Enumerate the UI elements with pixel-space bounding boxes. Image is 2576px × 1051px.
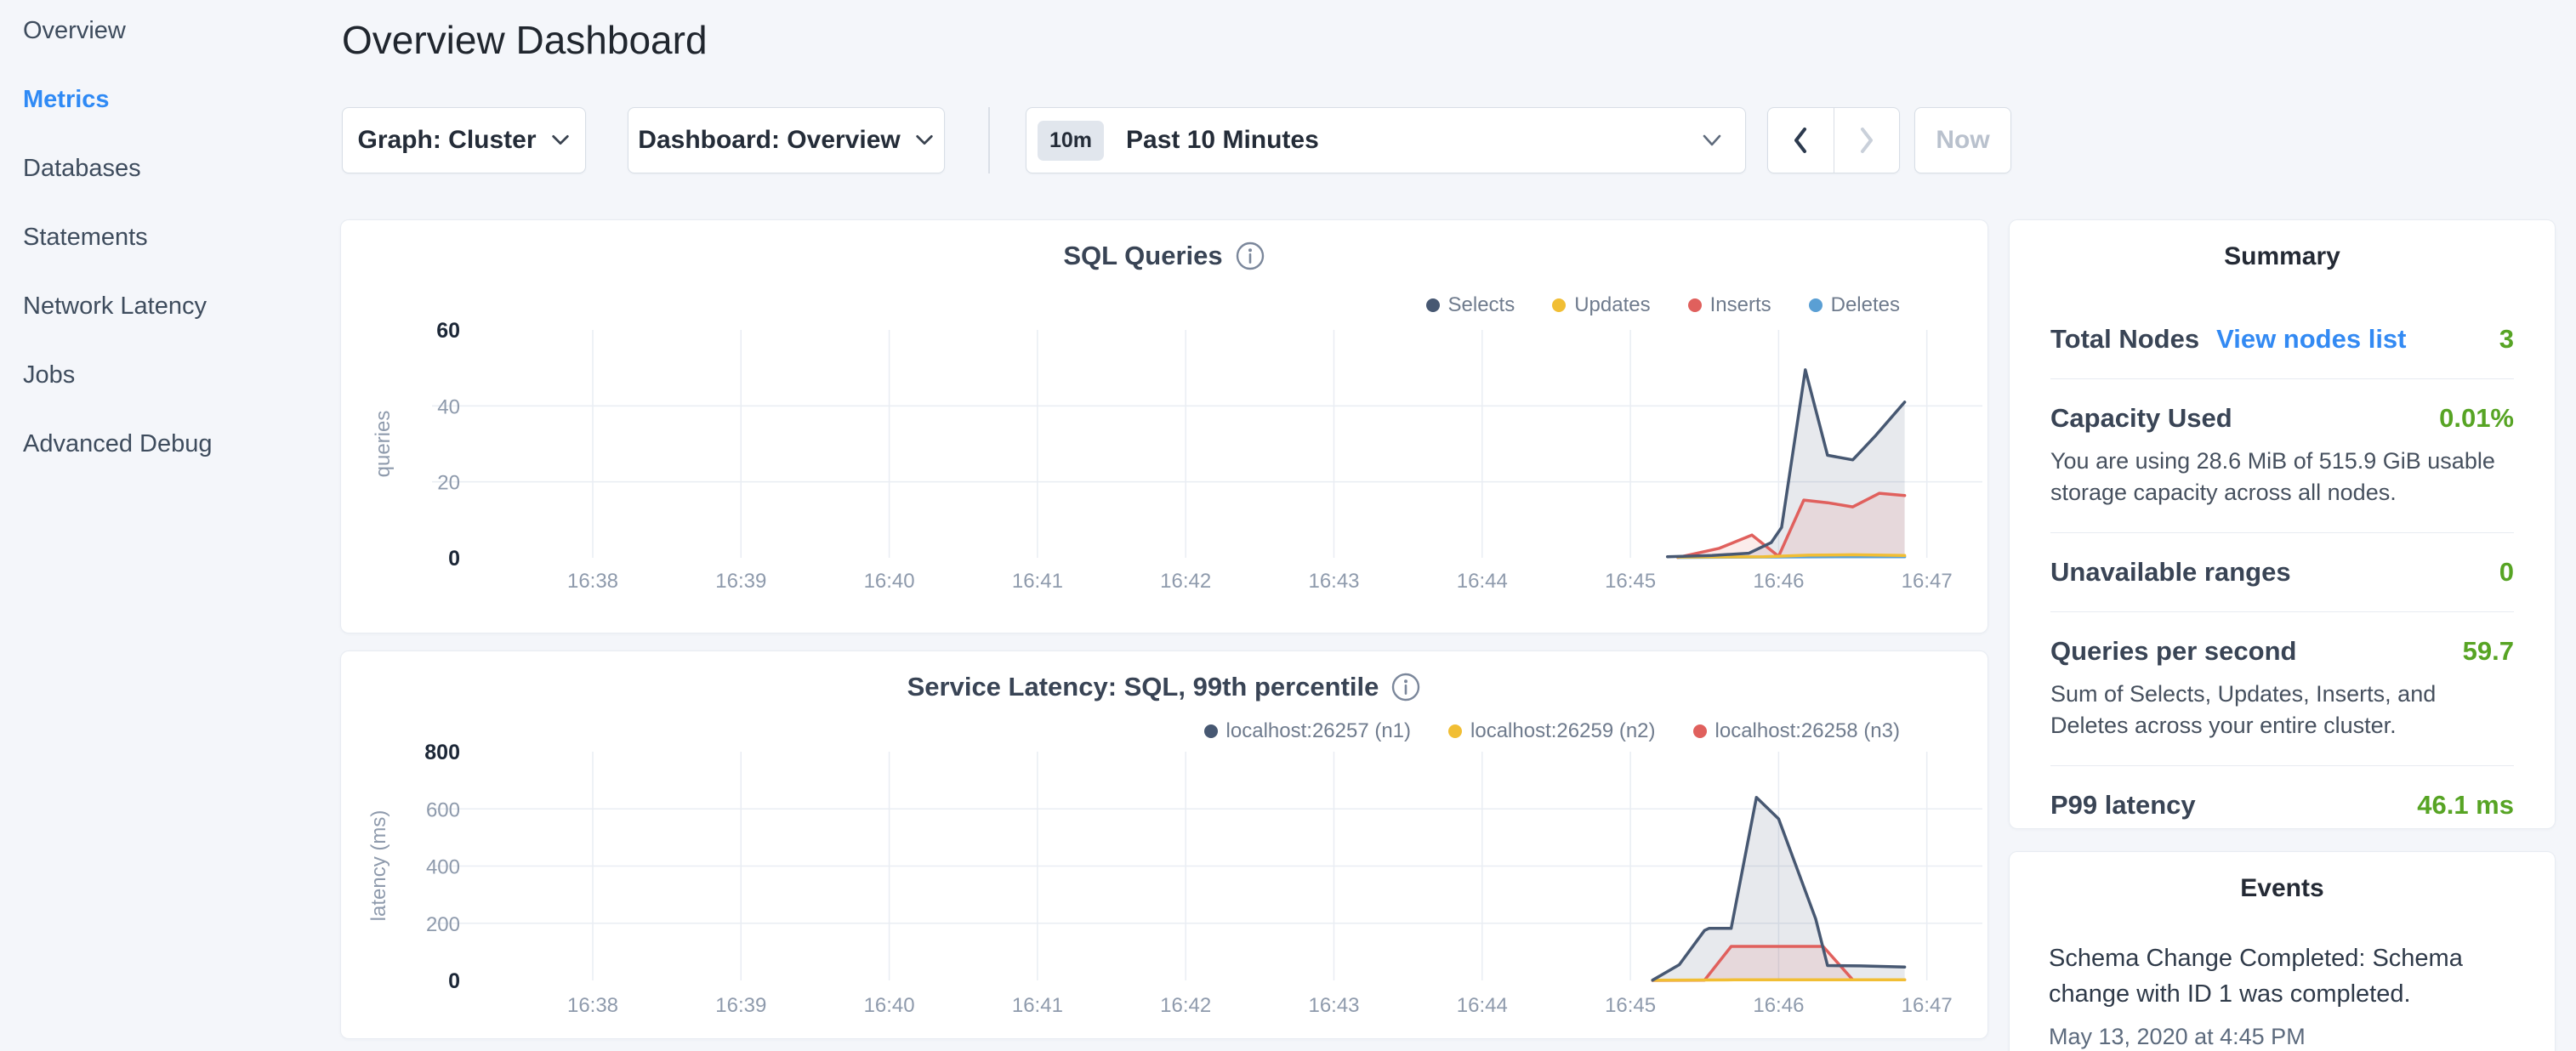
x-axis-tick-label: 16:40 bbox=[864, 570, 915, 593]
y-axis-tick-label: 40 bbox=[437, 395, 460, 418]
view-nodes-list-link[interactable]: View nodes list bbox=[2216, 324, 2406, 355]
x-axis-tick-label: 16:41 bbox=[1012, 994, 1063, 1017]
y-axis-tick-label: 800 bbox=[424, 741, 460, 764]
summary-item-queries-per-second: Queries per second 59.7 Sum of Selects, … bbox=[2050, 612, 2514, 766]
x-axis-tick-label: 16:42 bbox=[1160, 994, 1211, 1017]
summary-value: 3 bbox=[2499, 324, 2514, 355]
chevron-down-icon bbox=[550, 134, 571, 147]
x-axis-tick-label: 16:39 bbox=[715, 994, 766, 1017]
sql-queries-chart-card: SQL Queries SelectsUpdatesInsertsDeletes… bbox=[340, 219, 1988, 633]
y-axis-tick-label: 0 bbox=[448, 969, 460, 993]
chevron-down-icon bbox=[1701, 134, 1723, 148]
x-axis-tick-label: 16:41 bbox=[1012, 570, 1063, 593]
summary-description: Sum of Selects, Updates, Inserts, and De… bbox=[2050, 679, 2514, 741]
now-button[interactable]: Now bbox=[1914, 107, 2011, 173]
summary-value: 0.01% bbox=[2439, 403, 2514, 434]
sidebar-item-network-latency[interactable]: Network Latency bbox=[23, 272, 329, 341]
sidebar-item-databases[interactable]: Databases bbox=[23, 134, 329, 203]
x-axis-tick-label: 16:47 bbox=[1902, 994, 1953, 1017]
graph-selector-label: Graph: Cluster bbox=[357, 126, 536, 155]
time-range-dropdown[interactable]: 10m Past 10 Minutes bbox=[1026, 107, 1746, 173]
dashboard-selector-dropdown[interactable]: Dashboard: Overview bbox=[628, 107, 945, 173]
x-axis-tick-label: 16:43 bbox=[1308, 994, 1359, 1017]
x-axis-tick-label: 16:45 bbox=[1605, 994, 1656, 1017]
service-latency-chart-card: Service Latency: SQL, 99th percentile lo… bbox=[340, 650, 1988, 1039]
x-axis-tick-label: 16:47 bbox=[1902, 570, 1953, 593]
overview-dashboard-page: Overview Metrics Databases Statements Ne… bbox=[0, 0, 2576, 1051]
sidebar-item-overview[interactable]: Overview bbox=[23, 0, 329, 65]
summary-description: You are using 28.6 MiB of 515.9 GiB usab… bbox=[2050, 446, 2514, 508]
sidebar-item-metrics[interactable]: Metrics bbox=[23, 65, 329, 134]
summary-value: 0 bbox=[2499, 557, 2514, 588]
y-axis-tick-label: 20 bbox=[437, 472, 460, 495]
y-axis-unit-label: queries bbox=[372, 411, 395, 478]
x-axis-tick-label: 16:38 bbox=[567, 994, 618, 1017]
summary-value: 59.7 bbox=[2463, 636, 2514, 667]
summary-item-p99-latency: P99 latency 46.1 ms bbox=[2050, 766, 2514, 844]
x-axis-tick-label: 16:42 bbox=[1160, 570, 1211, 593]
y-axis-tick-label: 600 bbox=[426, 798, 460, 821]
sidebar-item-statements[interactable]: Statements bbox=[23, 203, 329, 272]
x-axis-tick-label: 16:40 bbox=[864, 994, 915, 1017]
page-title: Overview Dashboard bbox=[342, 17, 708, 63]
summary-label: Unavailable ranges bbox=[2050, 557, 2291, 588]
prev-time-window-button[interactable] bbox=[1768, 108, 1834, 173]
x-axis-tick-label: 16:44 bbox=[1457, 994, 1508, 1017]
service-latency-chart-plot[interactable]: 16:38 16:39 16:40 16:41 16:42 16:43 16:44 16:45… bbox=[341, 651, 1989, 1040]
summary-heading: Summary bbox=[2010, 242, 2555, 271]
sidebar-item-advanced-debug[interactable]: Advanced Debug bbox=[23, 410, 329, 479]
x-axis-tick-label: 16:46 bbox=[1753, 570, 1804, 593]
y-axis-tick-label: 200 bbox=[426, 913, 460, 936]
graph-selector-dropdown[interactable]: Graph: Cluster bbox=[342, 107, 586, 173]
next-time-window-button[interactable] bbox=[1834, 108, 1900, 173]
time-window-label: Past 10 Minutes bbox=[1126, 126, 1319, 155]
summary-label: Total Nodes bbox=[2050, 324, 2199, 355]
x-axis-tick-label: 16:44 bbox=[1457, 570, 1508, 593]
summary-panel: Summary Total Nodes View nodes list 3 Ca… bbox=[2009, 219, 2556, 829]
time-window-badge: 10m bbox=[1038, 121, 1104, 161]
events-heading: Events bbox=[2010, 874, 2555, 903]
chevron-left-icon bbox=[1792, 125, 1809, 156]
x-axis-tick-label: 16:45 bbox=[1605, 570, 1656, 593]
summary-item-unavailable-ranges: Unavailable ranges 0 bbox=[2050, 533, 2514, 612]
y-axis-tick-label: 0 bbox=[448, 547, 460, 571]
summary-label: Capacity Used bbox=[2050, 403, 2232, 434]
chevron-right-icon bbox=[1858, 125, 1875, 156]
dashboard-selector-label: Dashboard: Overview bbox=[638, 126, 900, 155]
event-timestamp: May 13, 2020 at 4:45 PM bbox=[2049, 1024, 2516, 1050]
x-axis-tick-label: 16:46 bbox=[1753, 994, 1804, 1017]
x-axis-tick-label: 16:38 bbox=[567, 570, 618, 593]
summary-label: P99 latency bbox=[2050, 790, 2196, 821]
chevron-down-icon bbox=[914, 134, 935, 147]
events-panel: Events Schema Change Completed: Schema c… bbox=[2009, 851, 2556, 1051]
y-axis-tick-label: 60 bbox=[436, 319, 460, 343]
y-axis-unit-label: latency (ms) bbox=[367, 810, 390, 922]
summary-value: 46.1 ms bbox=[2417, 790, 2514, 821]
controls-divider bbox=[988, 107, 990, 173]
summary-item-capacity-used: Capacity Used 0.01% You are using 28.6 M… bbox=[2050, 379, 2514, 533]
summary-item-total-nodes: Total Nodes View nodes list 3 bbox=[2050, 300, 2514, 379]
time-step-buttons bbox=[1767, 107, 1900, 173]
y-axis-tick-label: 400 bbox=[426, 856, 460, 879]
x-axis-tick-label: 16:43 bbox=[1308, 570, 1359, 593]
event-message: Schema Change Completed: Schema change w… bbox=[2049, 940, 2516, 1012]
sql-queries-chart-plot[interactable]: 16:38 16:39 16:40 16:41 16:42 16:43 16:44 16:45… bbox=[341, 220, 1989, 634]
summary-label: Queries per second bbox=[2050, 636, 2296, 667]
x-axis-tick-label: 16:39 bbox=[715, 570, 766, 593]
sidebar-item-jobs[interactable]: Jobs bbox=[23, 341, 329, 410]
sidebar: Overview Metrics Databases Statements Ne… bbox=[23, 0, 329, 479]
